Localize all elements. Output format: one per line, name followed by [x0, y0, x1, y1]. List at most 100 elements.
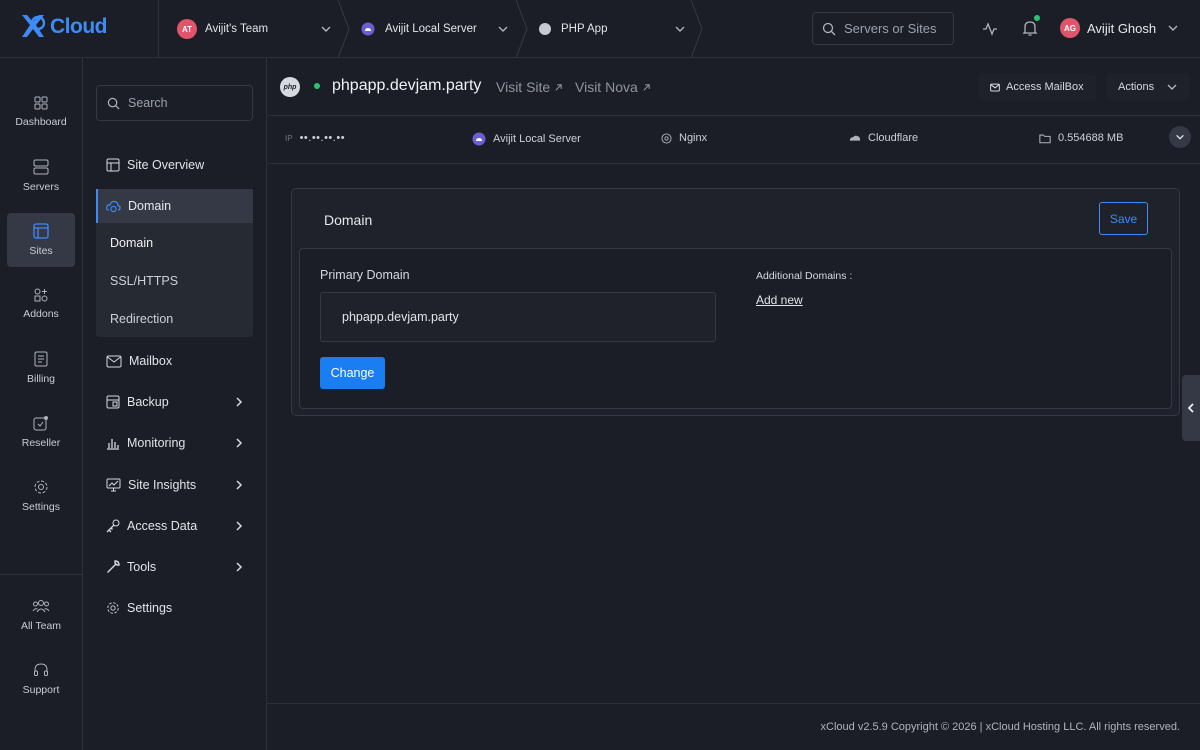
visit-nova-link[interactable]: Visit Nova [575, 79, 651, 95]
rail-label: Sites [29, 245, 53, 257]
addons-icon [34, 288, 48, 302]
activity-icon[interactable] [982, 21, 998, 37]
xcloud-logo[interactable]: Cloud [18, 11, 107, 43]
primary-domain-field[interactable]: phpapp.devjam.party [320, 292, 716, 342]
billing-icon [34, 351, 48, 367]
server-cloud-icon [472, 132, 486, 146]
nav-label: Access Data [127, 519, 198, 533]
headset-icon [34, 663, 48, 676]
chevron-right-icon [236, 480, 243, 490]
layout-icon [106, 158, 120, 172]
rail-item-billing[interactable]: Billing [7, 341, 75, 395]
site-header: php phpapp.devjam.party Visit Site Visit… [267, 58, 1200, 116]
expand-info-button[interactable] [1169, 126, 1191, 148]
subnav-search-input[interactable]: Search [96, 85, 253, 121]
external-link-icon [643, 83, 650, 91]
save-button[interactable]: Save [1099, 202, 1148, 235]
rail-item-addons[interactable]: Addons [7, 277, 75, 331]
actions-dropdown[interactable]: Actions [1106, 73, 1191, 101]
team-selector[interactable]: AT Avijit's Team [177, 0, 268, 58]
primary-domain-label: Primary Domain [320, 268, 410, 282]
nav-sub-redirection[interactable]: Redirection [110, 312, 173, 326]
server-selector[interactable]: Avijit Local Server [361, 0, 477, 58]
info-server[interactable]: Avijit Local Server [472, 132, 581, 146]
nav-sub-domain[interactable]: Domain [110, 236, 153, 250]
status-dot [314, 83, 320, 89]
user-name: Avijit Ghosh [1087, 20, 1157, 36]
chevron-down-icon[interactable] [320, 23, 332, 35]
visit-site-link[interactable]: Visit Site [496, 79, 563, 95]
info-web-server: Nginx [661, 132, 707, 144]
visit-site-label: Visit Site [496, 79, 551, 95]
rail-label: Dashboard [15, 116, 67, 128]
chevron-left-icon [1187, 403, 1194, 413]
domain-card-title: Domain [324, 212, 373, 228]
nav-settings[interactable]: Settings [96, 591, 253, 625]
rail-label: Servers [22, 181, 60, 193]
chevron-right-icon [236, 562, 243, 572]
gear-icon [34, 480, 48, 494]
rail-item-reseller[interactable]: Reseller [7, 405, 75, 459]
rail-item-servers[interactable]: Servers [7, 149, 75, 203]
backup-icon [106, 395, 120, 409]
domain-card: Domain Save Primary Domain phpapp.devjam… [291, 188, 1180, 416]
nav-label: Backup [127, 395, 169, 409]
user-avatar: AG [1060, 18, 1080, 38]
change-button[interactable]: Change [320, 357, 385, 389]
notifications-button[interactable] [1022, 15, 1040, 39]
sites-icon [33, 223, 49, 239]
domain-settings-panel: Primary Domain phpapp.devjam.party Chang… [299, 248, 1172, 409]
nav-site-insights[interactable]: Site Insights [96, 468, 253, 502]
nav-sub-ssl-https[interactable]: SSL/HTTPS [110, 274, 178, 288]
rail-item-settings[interactable]: Settings [7, 469, 75, 523]
dashboard-icon [34, 96, 48, 110]
top-bar: Cloud AT Avijit's Team Avijit Local Serv… [0, 0, 1200, 58]
global-search[interactable]: Servers or Sites [812, 12, 954, 45]
server-cloud-icon [361, 22, 375, 36]
nav-monitoring[interactable]: Monitoring [96, 426, 253, 460]
app-label: PHP App [561, 23, 608, 35]
app-selector[interactable]: PHP App [539, 0, 607, 58]
visit-nova-label: Visit Nova [575, 79, 638, 95]
ip-label: IP [285, 133, 293, 143]
ip-value: ••.••.••.•• [299, 132, 346, 144]
search-icon [107, 97, 120, 109]
mail-icon [990, 83, 1000, 91]
php-badge-icon: php [280, 77, 300, 97]
chevron-down-icon [1167, 84, 1177, 90]
wrench-icon [107, 560, 120, 573]
nav-domain[interactable]: Domain [96, 189, 253, 223]
rail-item-sites[interactable]: Sites [7, 213, 75, 267]
bell-icon [1022, 21, 1038, 36]
nav-access-data[interactable]: Access Data [96, 509, 253, 543]
chevron-down-icon [1176, 134, 1184, 140]
folder-icon [1039, 134, 1051, 143]
nav-label: Mailbox [129, 354, 173, 368]
chevron-down-icon[interactable] [497, 23, 509, 35]
breadcrumb-separator-icon [690, 0, 703, 58]
nav-backup[interactable]: Backup [96, 385, 253, 419]
info-ip: IP ••.••.••.•• [285, 132, 345, 144]
user-menu[interactable]: AG Avijit Ghosh [1060, 18, 1179, 38]
side-panel-toggle[interactable] [1182, 375, 1200, 441]
nav-tools[interactable]: Tools [96, 550, 253, 584]
access-mailbox-button[interactable]: Access MailBox [978, 73, 1096, 101]
global-search-placeholder: Servers or Sites [844, 21, 937, 36]
php-icon [539, 23, 551, 35]
rail-label: All Team [20, 620, 62, 632]
add-new-link[interactable]: Add new [756, 293, 803, 307]
info-web-server-label: Nginx [679, 132, 708, 144]
info-dns-label: Cloudflare [868, 132, 919, 144]
rail-item-support[interactable]: Support [7, 652, 75, 706]
nav-site-overview[interactable]: Site Overview [96, 148, 253, 182]
footer: xCloud v2.5.9 Copyright © 2026 | xCloud … [267, 703, 1200, 750]
rail-label: Reseller [21, 437, 61, 449]
rail-item-all-team[interactable]: All Team [7, 588, 75, 642]
info-server-label: Avijit Local Server [493, 133, 581, 145]
nav-mailbox[interactable]: Mailbox [96, 344, 253, 378]
chevron-down-icon[interactable] [674, 23, 686, 35]
nav-label: Monitoring [127, 436, 186, 450]
cloud-globe-icon [106, 200, 121, 213]
reseller-icon [33, 416, 48, 431]
rail-item-dashboard[interactable]: Dashboard [7, 85, 75, 139]
